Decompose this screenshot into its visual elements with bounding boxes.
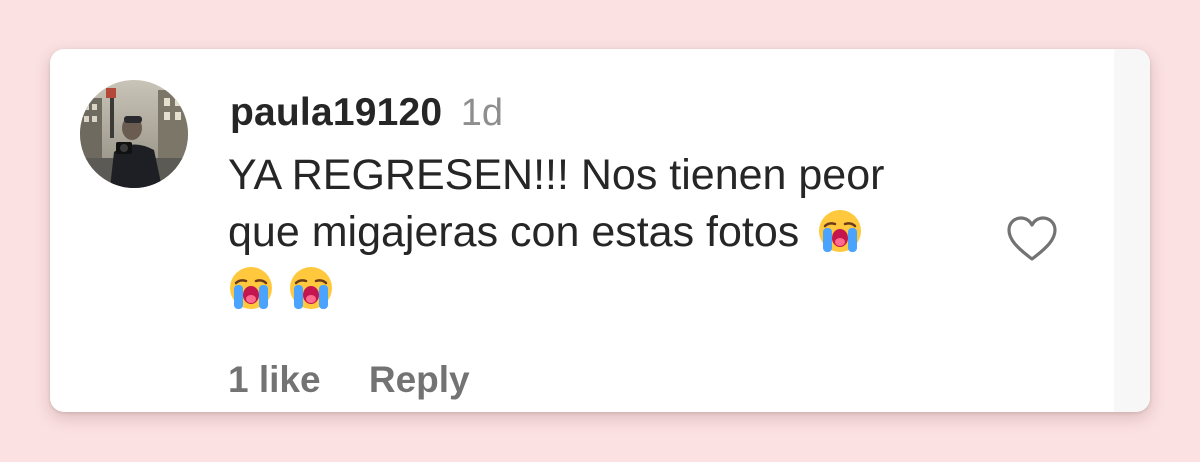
loudly-crying-face-emoji: [230, 267, 272, 309]
reply-button[interactable]: Reply: [369, 359, 470, 400]
comment-text-line-2: que migajeras con estas fotos: [228, 208, 800, 256]
like-button[interactable]: [1006, 215, 1058, 263]
comment-text: YA REGRESEN!!! Nos tienen peor que migaj…: [228, 147, 948, 318]
comment-header: paula19120 1d: [230, 91, 503, 135]
comment-card: paula19120 1d YA REGRESEN!!! Nos tienen …: [50, 49, 1150, 412]
comment-text-line-1: YA REGRESEN!!! Nos tienen peor: [228, 151, 885, 199]
loudly-crying-face-emoji: [290, 267, 332, 309]
avatar[interactable]: [80, 80, 188, 188]
likes-count[interactable]: 1 like: [228, 359, 321, 400]
loudly-crying-face-emoji: [819, 210, 862, 252]
comment-actions: 1 like Reply: [228, 359, 470, 401]
heart-outline-icon: [1007, 216, 1057, 261]
username[interactable]: paula19120: [230, 91, 442, 134]
timestamp[interactable]: 1d: [461, 92, 503, 134]
